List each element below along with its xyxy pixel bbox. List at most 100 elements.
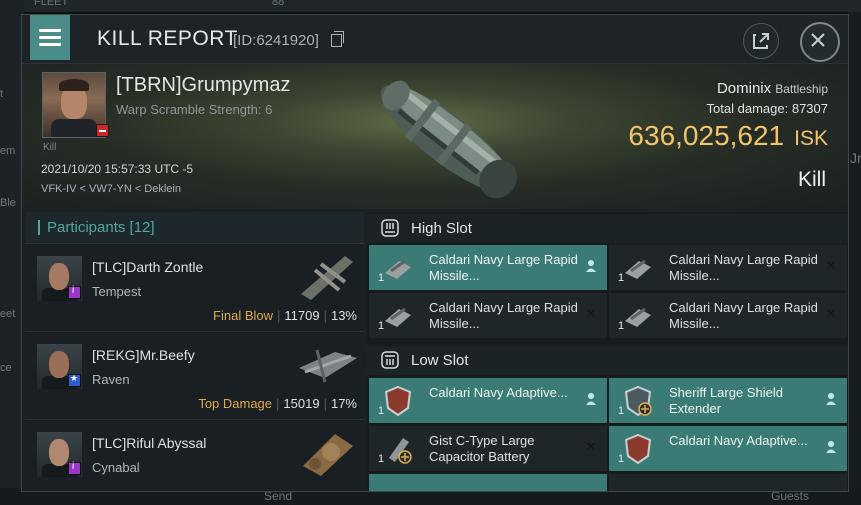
high-slot-header[interactable]: High Slot xyxy=(367,214,848,243)
participant-damage: 11709 xyxy=(284,308,320,323)
background-right-panel: Jr xyxy=(848,12,861,505)
module-name: Caldari Navy Adaptive... xyxy=(429,385,568,400)
module-item[interactable]: 1 Caldari Navy Adaptive... xyxy=(369,378,607,424)
participant-ship-image[interactable] xyxy=(295,250,359,302)
missile-launcher-icon xyxy=(625,307,651,327)
module-name: Caldari Navy Large Rapid Missile... xyxy=(429,252,578,283)
module-name: Caldari Navy Adaptive... xyxy=(669,433,808,448)
destroyed-x-icon: ✕ xyxy=(585,439,597,454)
kill-result: Kill xyxy=(797,168,826,191)
module-item[interactable]: 1 Caldari Navy Adaptive... xyxy=(609,426,847,472)
external-link-button[interactable] xyxy=(743,23,779,59)
participant-name[interactable]: [TLC]Riful Abyssal xyxy=(92,435,206,451)
module-item-partial[interactable] xyxy=(369,474,607,491)
background-count-text: 88 xyxy=(272,0,285,8)
dropped-person-icon xyxy=(584,259,598,273)
participants-count: [12] xyxy=(129,219,155,236)
module-quantity: 1 xyxy=(618,453,625,465)
external-link-icon xyxy=(753,33,769,49)
background-left-text: Ble xyxy=(0,197,16,209)
module-item[interactable]: 1 Gist C-Type Large Capacitor Battery ✕ xyxy=(369,426,607,472)
participant-stats: Final Blow | 11709 | 13% xyxy=(213,308,357,323)
capacitor-battery-icon xyxy=(389,438,412,464)
menu-button[interactable] xyxy=(30,15,70,60)
participants-header[interactable]: Participants [12] xyxy=(25,212,364,244)
high-slot-label: High Slot xyxy=(411,220,472,237)
victim-name[interactable]: [TBRN]Grumpymaz xyxy=(116,74,290,97)
module-item-partial[interactable] xyxy=(609,474,847,491)
faction-badge-icon xyxy=(96,124,109,137)
participant-ship: Raven xyxy=(92,372,130,387)
module-quantity: 1 xyxy=(378,320,385,332)
module-item[interactable]: 1 Sheriff Large Shield Extender xyxy=(609,378,847,424)
module-name: Gist C-Type Large Capacitor Battery xyxy=(429,433,535,464)
module-name: Sheriff Large Shield Extender xyxy=(669,385,783,416)
participant-name[interactable]: [TLC]Darth Zontle xyxy=(92,259,203,275)
participant-name[interactable]: [REKG]Mr.Beefy xyxy=(92,347,195,363)
module-quantity: 1 xyxy=(378,405,385,417)
module-item[interactable]: 1 Caldari Navy Large Rapid Missile... ✕ xyxy=(609,245,847,291)
total-damage-label: Total damage: xyxy=(706,101,789,116)
victim-portrait[interactable] xyxy=(42,72,109,138)
background-top-bar: FLEET 88 xyxy=(0,0,861,12)
participant-percent: 17% xyxy=(330,396,357,411)
close-button[interactable] xyxy=(800,22,840,62)
participant-tag: Top Damage xyxy=(198,396,273,411)
module-item[interactable]: 1 Caldari Navy Large Rapid Missile... ✕ xyxy=(609,293,847,339)
participant-ship-image[interactable] xyxy=(295,338,359,390)
dropped-person-icon xyxy=(824,440,838,454)
participant-damage: 15019 xyxy=(283,396,320,411)
high-slot-icon xyxy=(381,219,399,237)
victim-ship-image[interactable] xyxy=(352,70,542,208)
menu-icon xyxy=(39,43,61,46)
menu-icon xyxy=(39,36,61,39)
warp-scramble-strength: Warp Scramble Strength: 6 xyxy=(116,102,273,117)
kill-summary: [TBRN]Grumpymaz Warp Scramble Strength: … xyxy=(22,64,848,209)
participant-stats: Top Damage | 15019 | 17% xyxy=(198,396,357,411)
participant-row[interactable]: [REKG]Mr.Beefy Raven Top Damage|15019|17… xyxy=(25,332,364,420)
module-quantity: 1 xyxy=(618,320,625,332)
armor-hardener-icon xyxy=(624,433,652,465)
shield-extender-icon xyxy=(624,385,652,417)
background-left-text: eet xyxy=(0,308,16,320)
module-item[interactable]: 1 Caldari Navy Large Rapid Missile... ✕ xyxy=(369,293,607,339)
kill-tag: Kill xyxy=(43,142,57,153)
participant-row[interactable]: [TLC]Darth Zontle Tempest Final Blow|117… xyxy=(25,244,364,332)
total-damage-value: 87307 xyxy=(791,101,828,116)
isk-value: 636,025,621 ISK xyxy=(628,120,828,152)
background-right-text: Jr xyxy=(850,150,861,166)
kill-id: [ID:6241920] xyxy=(233,32,319,49)
destroyed-x-icon: ✕ xyxy=(825,258,837,273)
low-slot-label: Low Slot xyxy=(411,352,469,369)
participant-badge-icon xyxy=(68,373,81,387)
module-item[interactable]: 1 Caldari Navy Large Rapid Missile... xyxy=(369,245,607,291)
isk-currency: ISK xyxy=(794,127,828,150)
dropped-person-icon xyxy=(584,392,598,406)
participant-percent: 13% xyxy=(330,308,357,323)
module-quantity: 1 xyxy=(618,405,625,417)
window-title: KILL REPORT xyxy=(97,27,238,50)
menu-icon xyxy=(39,29,61,32)
kill-timestamp: 2021/10/20 15:57:33 UTC -5 xyxy=(41,162,194,176)
copy-icon[interactable] xyxy=(331,31,344,47)
armor-hardener-icon xyxy=(384,385,412,417)
ship-name[interactable]: Dominix Battleship xyxy=(717,80,828,97)
participant-ship: Tempest xyxy=(92,284,142,299)
background-left-text: ce xyxy=(0,362,12,374)
total-damage: Total damage: 87307 xyxy=(707,101,828,116)
participant-tag: Final Blow xyxy=(213,308,273,323)
participant-row[interactable]: [TLC]Riful Abyssal Cynabal xyxy=(25,420,364,491)
missile-launcher-icon xyxy=(385,259,411,279)
low-slot-icon xyxy=(381,351,399,369)
dropped-person-icon xyxy=(824,392,838,406)
ship-type: Dominix xyxy=(716,80,772,97)
close-icon xyxy=(811,33,825,47)
participants-label: Participants [12] xyxy=(47,219,155,236)
participant-ship-image[interactable] xyxy=(295,426,359,478)
participant-ship: Cynabal xyxy=(92,460,140,475)
low-slot-header[interactable]: Low Slot xyxy=(367,346,848,375)
destroyed-x-icon: ✕ xyxy=(825,306,837,321)
module-name: Caldari Navy Large Rapid Missile... xyxy=(669,252,818,283)
module-name: Caldari Navy Large Rapid Missile... xyxy=(429,300,578,331)
kill-location[interactable]: VFK-IV < VW7-YN < Deklein xyxy=(41,183,181,195)
